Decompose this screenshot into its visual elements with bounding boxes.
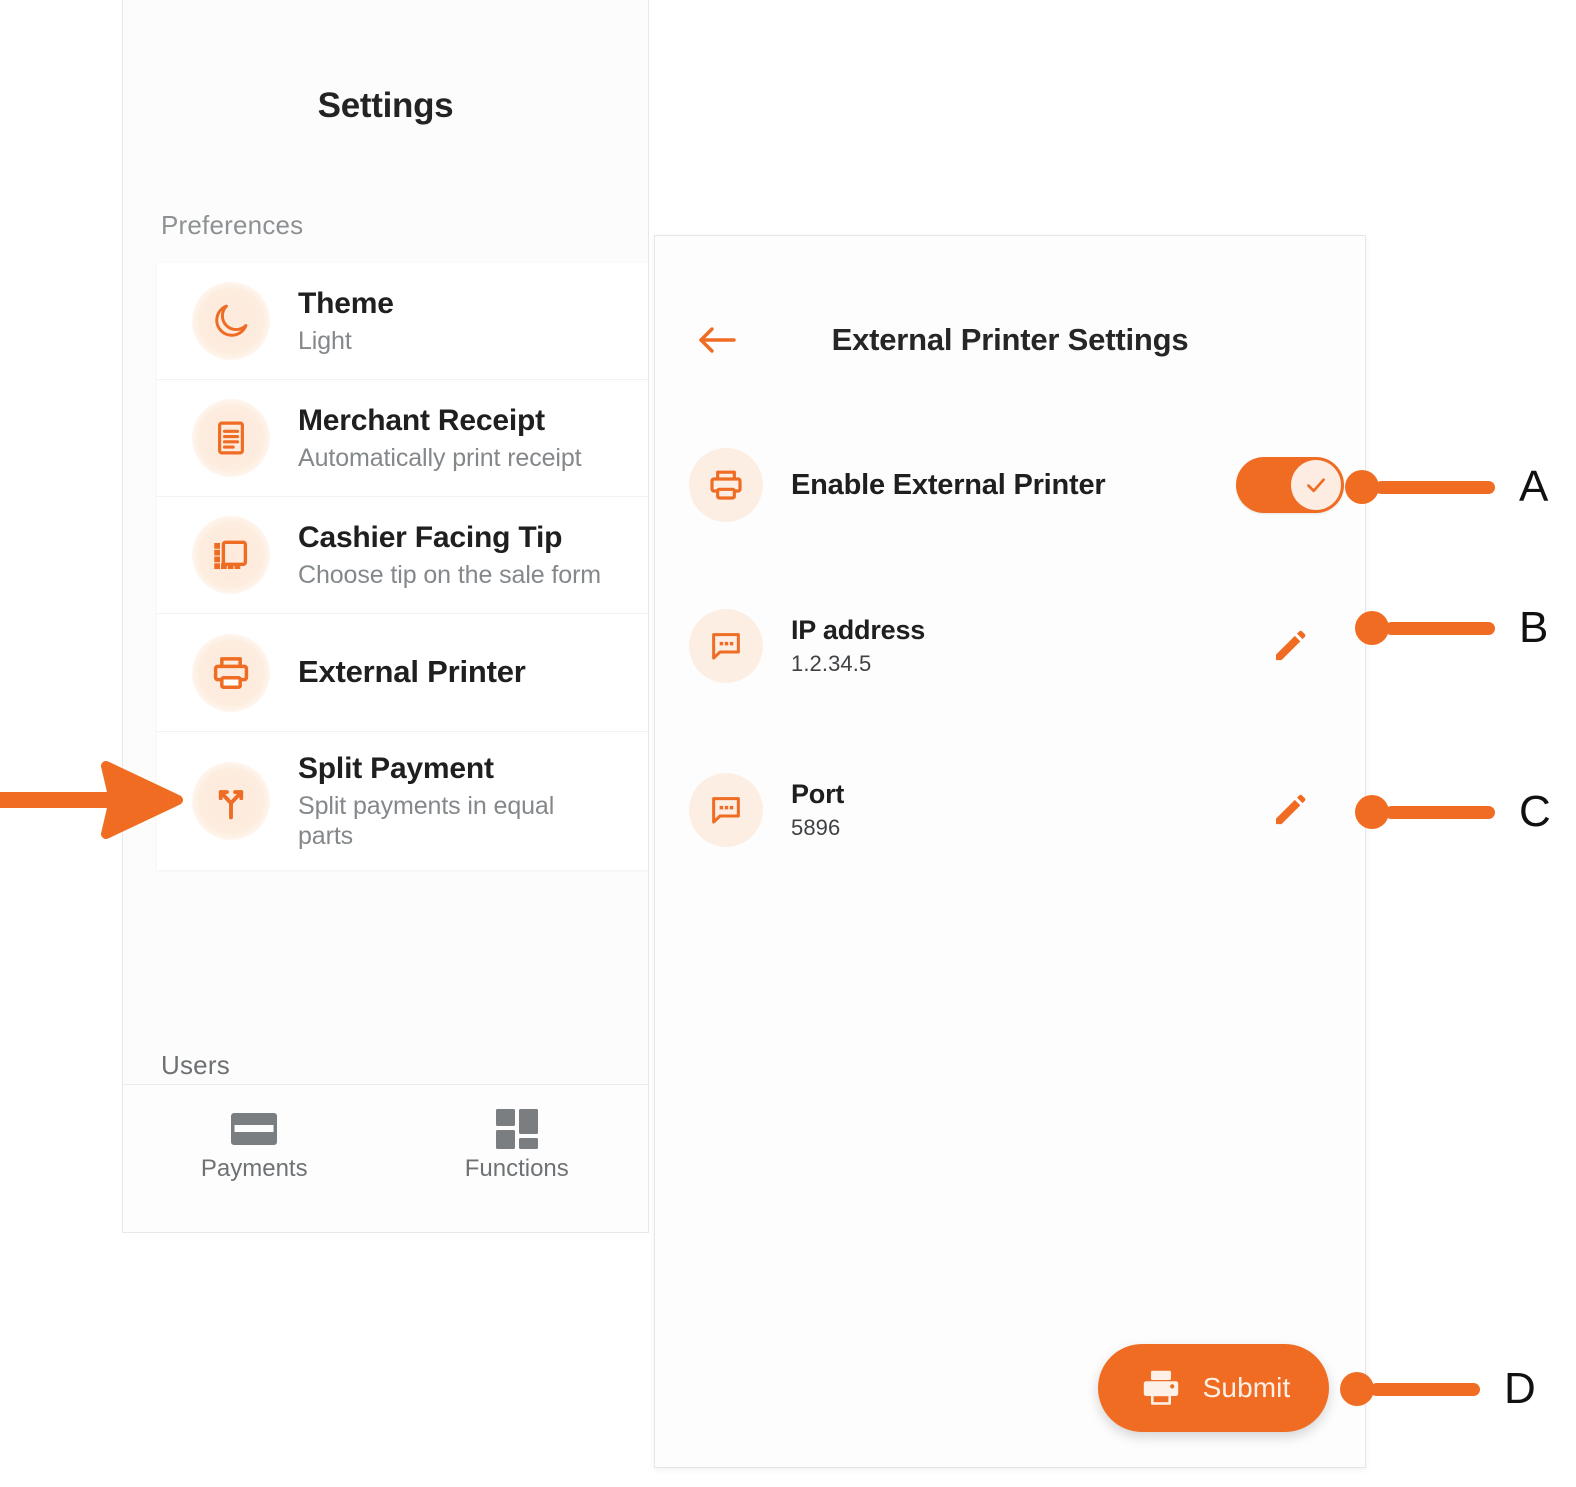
callout-stem <box>1385 805 1495 819</box>
callout-d: D <box>1340 1367 1536 1411</box>
item-title: Split Payment <box>298 752 494 785</box>
printer-icon <box>1137 1364 1185 1412</box>
row-ip-address[interactable]: IP address 1.2.34.5 <box>655 609 1365 683</box>
section-header-users: Users <box>161 1050 230 1080</box>
panel-header: External Printer Settings <box>655 320 1365 360</box>
row-port[interactable]: Port 5896 <box>655 773 1365 847</box>
external-printer-settings-screen: External Printer Settings Enable Externa… <box>654 235 1366 1468</box>
submit-label: Submit <box>1202 1372 1291 1403</box>
callout-dot <box>1345 470 1379 504</box>
screenshot-root: Settings Preferences Theme Light Merchan… <box>0 0 1576 1487</box>
message-dots-icon <box>689 773 763 847</box>
callout-b: B <box>1355 606 1548 650</box>
sidebar-item-cashier-facing-tip[interactable]: Cashier Facing Tip Choose tip on the sal… <box>157 497 648 614</box>
field-value: 1.2.34.5 <box>791 651 872 677</box>
item-title: External Printer <box>298 654 526 690</box>
check-icon <box>1291 460 1341 510</box>
callout-label: D <box>1504 1364 1536 1413</box>
edit-port-button[interactable] <box>1215 790 1365 830</box>
printer-icon <box>689 448 763 522</box>
sidebar-item-external-printer[interactable]: External Printer <box>157 614 648 732</box>
toggle-cell <box>1215 457 1365 513</box>
tab-label: Functions <box>464 1155 569 1182</box>
bottom-navigation-bar: Payments Functions <box>123 1084 648 1232</box>
arrow-left-icon[interactable] <box>685 320 749 360</box>
split-arrows-icon <box>192 762 270 841</box>
item-subtitle: Light <box>298 327 352 356</box>
callout-label: B <box>1519 603 1549 652</box>
callout-a: A <box>1345 465 1548 509</box>
callout-dot <box>1355 611 1389 645</box>
row-enable-external-printer[interactable]: Enable External Printer <box>655 448 1365 522</box>
sidebar-item-split-payment[interactable]: Split Payment Split payments in equal pa… <box>157 732 648 870</box>
item-title: Theme <box>298 286 394 320</box>
submit-button[interactable]: Submit <box>1098 1344 1329 1432</box>
tab-payments[interactable]: Payments <box>174 1103 334 1183</box>
item-title: Merchant Receipt <box>298 403 545 437</box>
grid-icon <box>437 1103 597 1155</box>
callout-stem <box>1370 1382 1480 1396</box>
item-subtitle: Automatically print receipt <box>298 444 582 473</box>
page-title: External Printer Settings <box>831 322 1189 357</box>
callout-label: C <box>1519 787 1551 836</box>
arrow-right-icon <box>0 760 185 845</box>
callout-dot <box>1340 1372 1374 1406</box>
tip-screen-icon <box>192 516 270 594</box>
item-title: Cashier Facing Tip <box>298 520 563 554</box>
settings-screen: Settings Preferences Theme Light Merchan… <box>122 0 649 1233</box>
preferences-list: Theme Light Merchant Receipt Automatical… <box>157 263 648 871</box>
edit-ip-address-button[interactable] <box>1215 626 1365 666</box>
field-value: 5896 <box>791 815 841 841</box>
row-label: Enable External Printer <box>791 468 1106 501</box>
sidebar-item-merchant-receipt[interactable]: Merchant Receipt Automatically print rec… <box>157 380 648 497</box>
item-subtitle: Choose tip on the sale form <box>298 561 602 590</box>
enable-external-printer-toggle[interactable] <box>1236 457 1344 513</box>
printer-icon <box>192 633 270 712</box>
card-icon <box>174 1103 334 1155</box>
callout-dot <box>1355 795 1389 829</box>
moon-icon <box>192 282 270 360</box>
section-header-preferences: Preferences <box>161 210 304 240</box>
callout-stem <box>1385 621 1495 635</box>
sidebar-item-theme[interactable]: Theme Light <box>157 263 648 380</box>
tab-label: Payments <box>200 1155 308 1182</box>
item-subtitle: Split payments in equal parts <box>298 792 555 851</box>
field-label: Port <box>791 778 845 809</box>
callout-label: A <box>1519 462 1549 511</box>
message-dots-icon <box>689 609 763 683</box>
field-label: IP address <box>791 614 926 645</box>
callout-c: C <box>1355 790 1551 834</box>
tab-functions[interactable]: Functions <box>437 1103 597 1183</box>
callout-stem <box>1375 480 1495 494</box>
page-title: Settings <box>317 86 454 125</box>
receipt-icon <box>192 399 270 477</box>
